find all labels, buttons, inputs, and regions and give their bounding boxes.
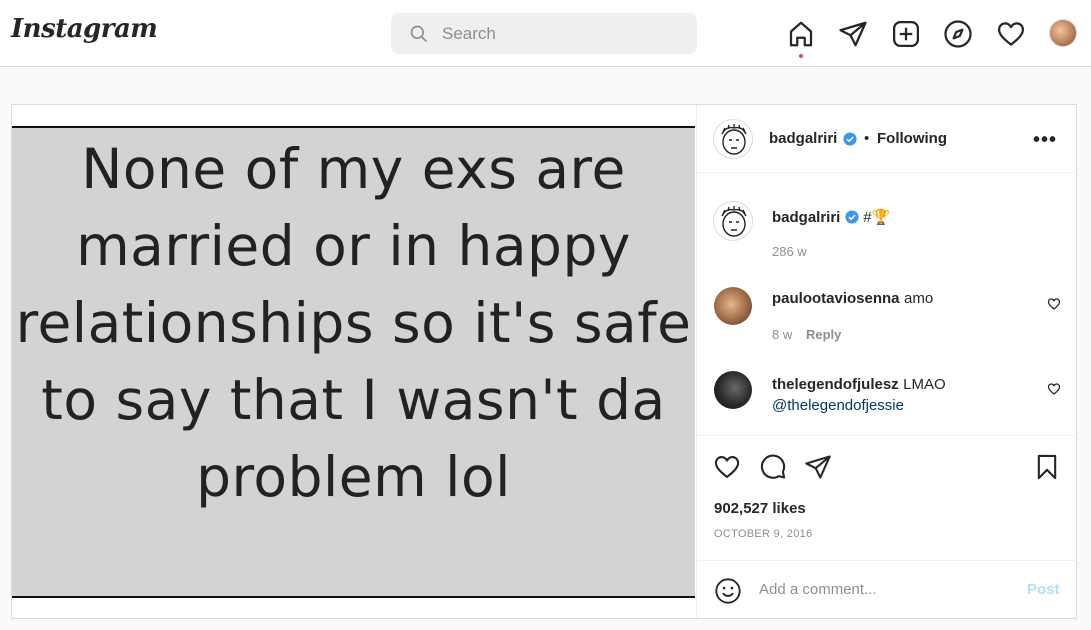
caption-time[interactable]: 286 w	[772, 244, 807, 259]
post-sidebar: badgalriri • Following ••• badgalriri #🏆…	[696, 105, 1077, 618]
home-icon[interactable]	[786, 19, 816, 49]
search-input[interactable]: Search	[391, 13, 697, 54]
commenter-avatar[interactable]	[714, 287, 752, 325]
search-placeholder: Search	[442, 24, 496, 43]
verified-badge-icon	[843, 132, 857, 146]
image-text: None of my exs are married or in happy r…	[15, 137, 692, 509]
caption-username[interactable]: badgalriri	[772, 209, 840, 226]
comment-text: LMAO	[903, 376, 946, 393]
caption-author-avatar[interactable]	[713, 201, 753, 241]
comment-mention-link[interactable]: @thelegendofjessie	[772, 397, 904, 414]
comment-line: paulootaviosenna amo	[772, 290, 933, 308]
author-username[interactable]: badgalriri	[769, 130, 837, 147]
instagram-logo[interactable]: Instagram	[11, 14, 158, 44]
share-send-icon[interactable]	[804, 453, 832, 481]
emoji-icon[interactable]	[714, 577, 742, 605]
comment-text: amo	[903, 290, 934, 307]
comment-username[interactable]: thelegendofjulesz	[772, 376, 899, 393]
comment-time[interactable]: 8 w	[772, 327, 792, 342]
caption-text: #🏆	[863, 209, 891, 226]
comment-bubble-icon[interactable]	[759, 453, 787, 481]
search-icon	[410, 25, 428, 43]
reply-button[interactable]: Reply	[806, 327, 841, 342]
post-card: None of my exs are married or in happy r…	[11, 104, 1077, 619]
post-actions: 902,527 likes OCTOBER 9, 2016	[697, 435, 1077, 560]
comments-section: badgalriri #🏆 286 w paulootaviosenna amo…	[697, 174, 1077, 435]
notification-dot	[799, 54, 803, 58]
more-options-icon[interactable]: •••	[1033, 129, 1057, 152]
post-image[interactable]: None of my exs are married or in happy r…	[12, 105, 695, 618]
profile-avatar[interactable]	[1049, 19, 1077, 47]
add-comment-input[interactable]: Add a comment...	[759, 581, 877, 598]
explore-icon[interactable]	[943, 19, 973, 49]
direct-send-icon[interactable]	[838, 19, 868, 49]
post-comment-button[interactable]: Post	[1027, 581, 1060, 598]
post-header: badgalriri • Following •••	[697, 105, 1077, 173]
like-comment-heart-icon[interactable]	[1047, 382, 1061, 396]
commenter-avatar[interactable]	[714, 371, 752, 409]
add-comment-bar: Add a comment... Post	[697, 560, 1077, 618]
following-button[interactable]: Following	[877, 130, 947, 147]
new-post-icon[interactable]	[891, 19, 921, 49]
top-navigation-bar: Instagram Search	[0, 0, 1091, 67]
comment-line: thelegendofjulesz LMAO @thelegendofjessi…	[772, 374, 1062, 416]
like-comment-heart-icon[interactable]	[1047, 297, 1061, 311]
likes-count[interactable]: 902,527 likes	[714, 500, 806, 517]
comment-username[interactable]: paulootaviosenna	[772, 290, 900, 307]
caption-line: badgalriri #🏆	[772, 208, 890, 227]
verified-badge-icon	[845, 210, 859, 224]
author-avatar[interactable]	[713, 119, 753, 159]
save-bookmark-icon[interactable]	[1033, 453, 1061, 481]
activity-heart-icon[interactable]	[996, 19, 1026, 49]
like-heart-icon[interactable]	[713, 453, 741, 481]
post-date[interactable]: OCTOBER 9, 2016	[714, 528, 812, 540]
separator-dot: •	[864, 130, 870, 147]
